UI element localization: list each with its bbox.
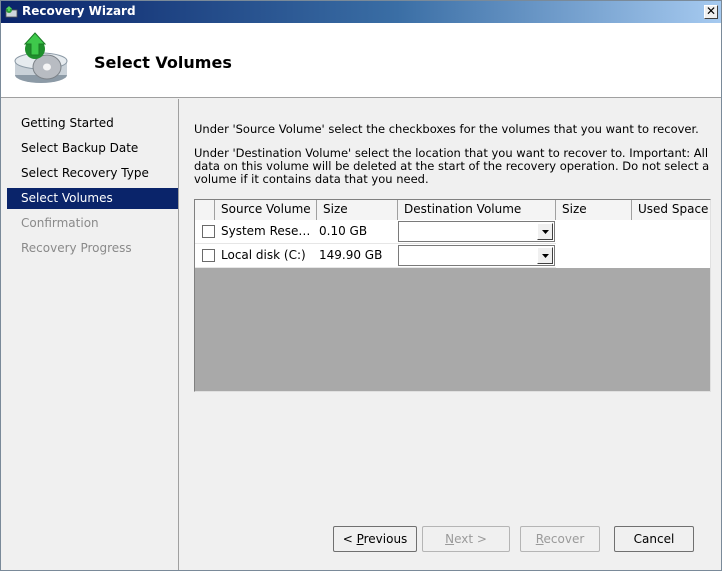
header-source-volume[interactable]: Source Volume [215,200,317,220]
grid-header: Source Volume Size Destination Volume Si… [195,200,710,220]
row-empty-cells [556,220,710,244]
page-title: Select Volumes [94,53,232,72]
step-select-backup-date[interactable]: Select Backup Date [7,138,178,159]
previous-button[interactable]: < Previous [333,526,417,552]
header-destination-volume[interactable]: Destination Volume [398,200,556,220]
volumes-grid[interactable]: Source Volume Size Destination Volume Si… [194,199,711,392]
step-select-volumes[interactable]: Select Volumes [7,188,178,209]
recover-label: ecover [543,532,585,546]
dropdown-button[interactable] [537,223,553,240]
wizard-header: Select Volumes [1,23,721,98]
row-empty-cells [556,244,710,268]
close-icon: ✕ [705,4,717,18]
close-button[interactable]: ✕ [704,5,718,19]
step-recovery-progress: Recovery Progress [21,241,132,255]
recover-mnemonic: R [535,532,544,546]
recovery-app-icon [5,6,18,18]
table-row[interactable]: Local disk (C:) 149.90 GB [195,244,710,268]
previous-mnemonic: P [356,532,364,546]
size-cell: 0.10 GB [319,224,368,238]
step-confirmation: Confirmation [21,216,99,230]
next-label: ext > [454,532,487,546]
previous-label: revious [363,532,408,546]
source-volume-cell: Local disk (C:) [221,248,306,262]
row-checkbox[interactable] [202,225,215,238]
step-getting-started[interactable]: Getting Started [7,113,178,134]
table-row[interactable]: System Rese… 0.10 GB [195,220,710,244]
instruction-destination-line-3: volume if it contains data that you need… [194,172,429,186]
header-checkbox-column [195,200,215,220]
chevron-down-icon [542,254,549,258]
destination-volume-dropdown[interactable] [398,221,555,242]
recovery-wizard-window: Recovery Wizard ✕ Select Volumes Getting… [0,0,722,571]
disk-restore-icon [14,32,68,83]
wizard-steps-panel: Getting Started Select Backup Date Selec… [1,99,179,570]
header-used-space[interactable]: Used Space [632,200,710,220]
dropdown-button[interactable] [537,247,553,264]
source-volume-cell: System Rese… [221,224,311,238]
header-destination-size[interactable]: Size [556,200,632,220]
recover-button[interactable]: Recover [520,526,600,552]
next-button[interactable]: Next > [422,526,510,552]
row-checkbox[interactable] [202,249,215,262]
destination-volume-dropdown[interactable] [398,245,555,266]
chevron-down-icon [542,230,549,234]
previous-prefix: < [342,532,357,546]
step-select-recovery-type[interactable]: Select Recovery Type [7,163,178,184]
cancel-button[interactable]: Cancel [614,526,694,552]
window-title: Recovery Wizard [22,4,136,18]
size-cell: 149.90 GB [319,248,383,262]
header-size[interactable]: Size [317,200,398,220]
next-mnemonic: N [445,532,455,546]
title-bar[interactable]: Recovery Wizard ✕ [1,1,721,23]
instruction-source: Under 'Source Volume' select the checkbo… [194,122,699,136]
